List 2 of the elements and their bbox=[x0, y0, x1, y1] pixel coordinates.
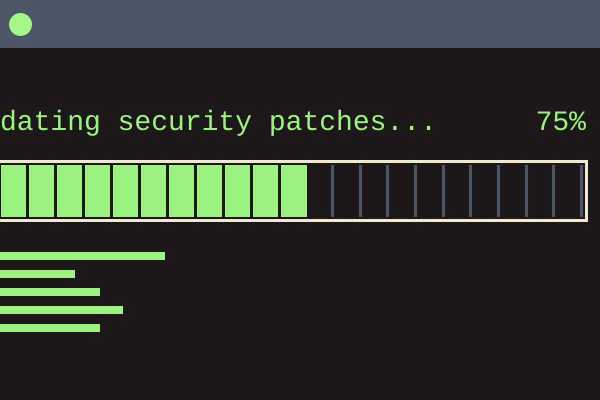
status-message: dating security patches... bbox=[0, 110, 437, 138]
progress-percent: 75% bbox=[536, 110, 586, 138]
